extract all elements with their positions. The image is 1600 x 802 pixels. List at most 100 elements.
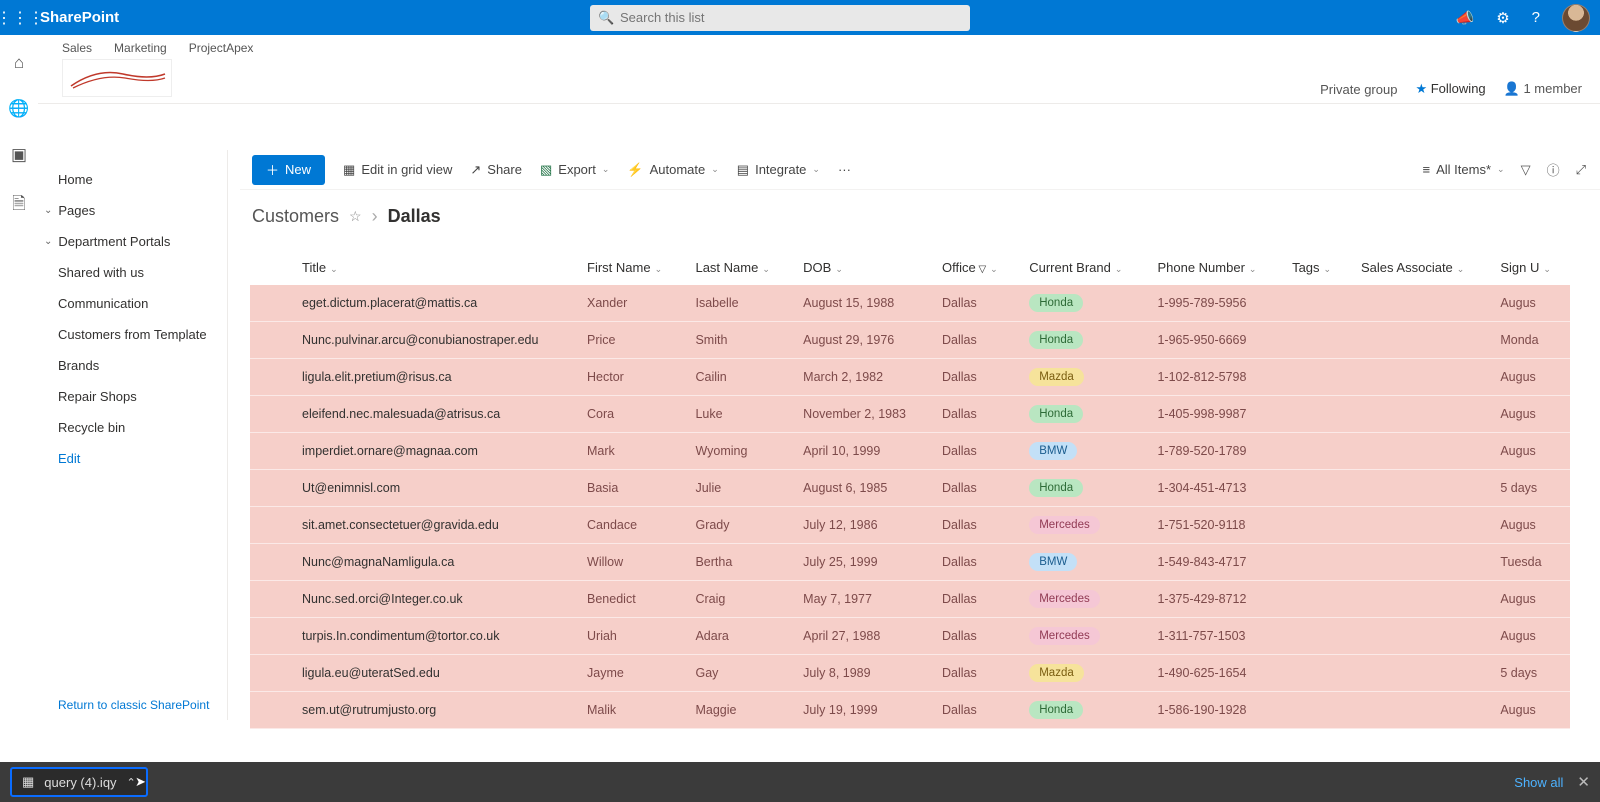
table-row[interactable]: ligula.eu@uteratSed.eduJaymeGayJuly 8, 1…: [250, 655, 1570, 692]
view-selector[interactable]: ≡ All Items* ⌄: [1423, 162, 1505, 177]
automate-button[interactable]: ⚡Automate⌄: [627, 162, 718, 178]
table-cell: [250, 507, 290, 544]
table-cell: 1-965-950-6669: [1145, 322, 1280, 359]
home-icon[interactable]: ⌂: [14, 53, 24, 73]
table-cell: Dallas: [930, 470, 1017, 507]
table-cell: [1349, 581, 1488, 618]
table-cell: 1-490-625-1654: [1145, 655, 1280, 692]
top-link[interactable]: ProjectApex: [189, 41, 254, 55]
table-row[interactable]: sem.ut@rutrumjusto.orgMalikMaggieJuly 19…: [250, 692, 1570, 729]
sidebar-item[interactable]: Home: [58, 164, 217, 195]
list-table[interactable]: Title⌄First Name⌄Last Name⌄DOB⌄Office ▽⌄…: [250, 250, 1600, 730]
sidebar-item[interactable]: Shared with us: [58, 257, 217, 288]
table-row[interactable]: imperdiet.ornare@magnaa.comMarkWyomingAp…: [250, 433, 1570, 470]
site-logo[interactable]: [62, 59, 172, 97]
members-link[interactable]: 👤 1 member: [1504, 81, 1582, 97]
column-header[interactable]: Sign U⌄: [1488, 250, 1570, 285]
gear-icon[interactable]: ⚙: [1496, 9, 1509, 27]
sidebar-item[interactable]: Communication: [58, 288, 217, 319]
megaphone-icon[interactable]: 📣: [1456, 9, 1475, 27]
sidebar-item[interactable]: Recycle bin: [58, 412, 217, 443]
column-label: Title: [302, 260, 326, 275]
table-cell: Uriah: [575, 618, 683, 655]
filter-icon[interactable]: ▽: [1521, 162, 1531, 178]
avatar[interactable]: [1562, 4, 1590, 32]
download-chip[interactable]: ▦ query (4).iqy ➤ ⌃: [10, 767, 148, 797]
table-cell: Hector: [575, 359, 683, 396]
follow-link[interactable]: ★ Following: [1415, 81, 1485, 97]
table-cell: sit.amet.consectetuer@gravida.edu: [290, 507, 575, 544]
help-icon[interactable]: ?: [1532, 9, 1540, 26]
table-cell: eget.dictum.placerat@mattis.ca: [290, 285, 575, 322]
chevron-down-icon: ⌄: [812, 164, 820, 175]
show-all-downloads[interactable]: Show all: [1514, 775, 1563, 790]
chevron-down-icon: ⌄: [835, 264, 843, 274]
table-cell: 1-405-998-9987: [1145, 396, 1280, 433]
list-title[interactable]: Customers: [252, 206, 339, 227]
expand-icon[interactable]: ⤢: [1576, 162, 1586, 178]
column-header[interactable]: Sales Associate⌄: [1349, 250, 1488, 285]
sidebar-item[interactable]: Repair Shops: [58, 381, 217, 412]
chevron-down-icon: ⌄: [655, 264, 663, 274]
sidebar-item[interactable]: Brands: [58, 350, 217, 381]
grid-icon: ▦: [343, 162, 355, 178]
table-cell: November 2, 1983: [791, 396, 930, 433]
column-header[interactable]: Title⌄: [290, 250, 575, 285]
column-header[interactable]: Phone Number⌄: [1145, 250, 1280, 285]
integrate-button[interactable]: ▤Integrate⌄: [737, 162, 820, 178]
table-row[interactable]: eget.dictum.placerat@mattis.caXanderIsab…: [250, 285, 1570, 322]
column-header[interactable]: Tags⌄: [1280, 250, 1349, 285]
table-row[interactable]: Nunc@magnaNamligula.caWillowBerthaJuly 2…: [250, 544, 1570, 581]
table-row[interactable]: ligula.elit.pretium@risus.caHectorCailin…: [250, 359, 1570, 396]
top-link[interactable]: Sales: [62, 41, 92, 55]
news-icon[interactable]: ▣: [11, 145, 27, 165]
close-icon[interactable]: ✕: [1577, 773, 1590, 791]
search-input[interactable]: [590, 5, 970, 31]
column-header[interactable]: Last Name⌄: [683, 250, 791, 285]
table-cell: [250, 359, 290, 396]
export-button[interactable]: ▧Export⌄: [540, 162, 609, 178]
table-cell: Mercedes: [1017, 581, 1145, 618]
star-icon: ★: [1415, 81, 1427, 96]
table-cell: turpis.In.condimentum@tortor.co.uk: [290, 618, 575, 655]
more-button[interactable]: ···: [838, 162, 851, 177]
suite-title[interactable]: SharePoint: [40, 9, 119, 26]
column-header[interactable]: First Name⌄: [575, 250, 683, 285]
table-row[interactable]: turpis.In.condimentum@tortor.co.ukUriah A…: [250, 618, 1570, 655]
table-cell: April 27, 1988: [791, 618, 930, 655]
table-cell: 1-751-520-9118: [1145, 507, 1280, 544]
table-cell: [1349, 618, 1488, 655]
share-button[interactable]: ↗Share: [470, 162, 522, 178]
column-header[interactable]: Office ▽⌄: [930, 250, 1017, 285]
chevron-down-icon: ⌄: [44, 236, 52, 247]
files-icon[interactable]: 🗎: [12, 191, 26, 220]
table-cell: Luke: [683, 396, 791, 433]
integrate-icon: ▤: [737, 162, 749, 178]
column-header[interactable]: Current Brand⌄: [1017, 250, 1145, 285]
sidebar-item[interactable]: Customers from Template: [58, 319, 217, 350]
table-row[interactable]: Ut@enimnisl.comBasiaJulieAugust 6, 1985D…: [250, 470, 1570, 507]
app-launcher-icon[interactable]: ⋮⋮⋮: [0, 8, 40, 28]
flow-icon: ⚡: [627, 162, 643, 178]
suite-actions: 📣 ⚙ ?: [1456, 4, 1590, 32]
new-button[interactable]: ＋New: [252, 155, 325, 185]
return-classic-link[interactable]: Return to classic SharePoint: [58, 698, 209, 712]
sidebar-item-label: Home: [58, 172, 93, 187]
edit-nav-link[interactable]: Edit: [58, 443, 217, 474]
sidebar-item-label: Communication: [58, 296, 148, 311]
info-icon[interactable]: ⓘ: [1547, 160, 1560, 179]
column-header[interactable]: DOB⌄: [791, 250, 930, 285]
select-column[interactable]: [250, 250, 290, 285]
table-row[interactable]: Nunc.pulvinar.arcu@conubianostraper.eduP…: [250, 322, 1570, 359]
top-link[interactable]: Marketing: [114, 41, 167, 55]
table-cell: [1280, 507, 1349, 544]
sidebar-item[interactable]: ⌄Department Portals: [58, 226, 217, 257]
favorite-icon[interactable]: ☆: [349, 208, 362, 225]
table-row[interactable]: Nunc.sed.orci@Integer.co.ukBenedictCraig…: [250, 581, 1570, 618]
table-row[interactable]: eleifend.nec.malesuada@atrisus.caCoraLuk…: [250, 396, 1570, 433]
globe-icon[interactable]: 🌐: [8, 99, 29, 119]
chevron-down-icon: ⌄: [602, 164, 610, 175]
sidebar-item[interactable]: ⌄Pages: [58, 195, 217, 226]
table-row[interactable]: sit.amet.consectetuer@gravida.eduCandace…: [250, 507, 1570, 544]
grid-edit-button[interactable]: ▦Edit in grid view: [343, 162, 452, 178]
